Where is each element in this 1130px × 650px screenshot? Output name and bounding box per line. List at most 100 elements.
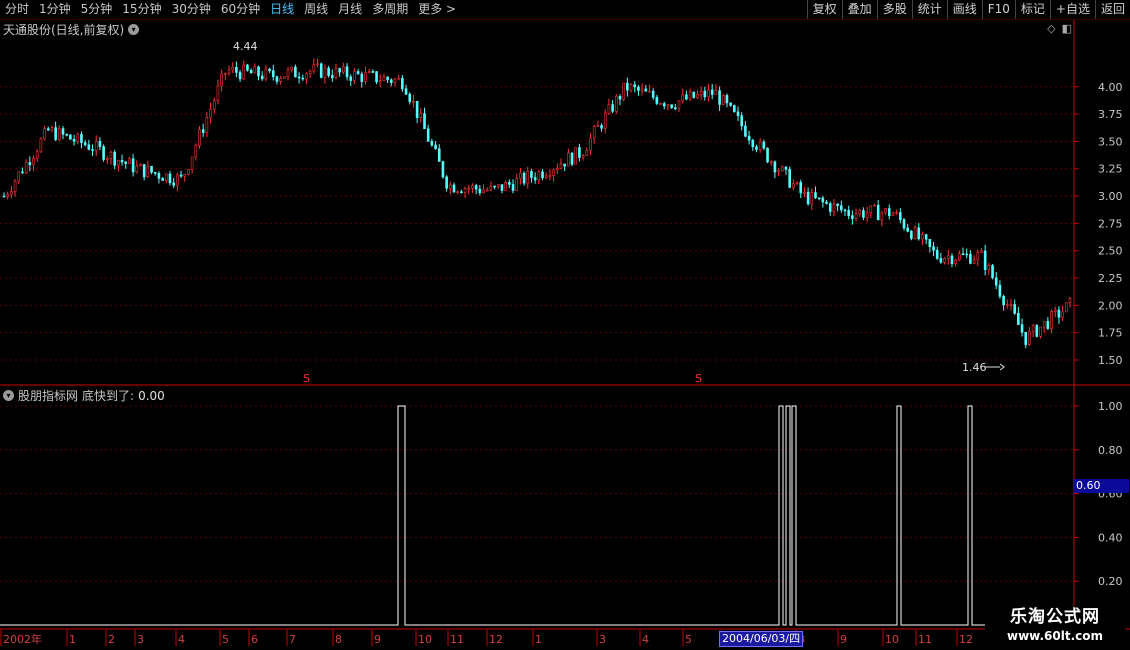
candle-down xyxy=(426,128,430,142)
candle-down xyxy=(618,95,622,100)
indicator-title: ▾ 股朋指标网 底快到了: 0.00 xyxy=(3,387,165,404)
date-label: 6 xyxy=(251,633,258,646)
tool-button-3[interactable]: 统计 xyxy=(911,0,947,19)
candle-down xyxy=(257,66,260,77)
candle-up xyxy=(76,134,80,142)
price-grid xyxy=(0,86,1074,361)
candle-down xyxy=(924,234,928,240)
date-label: 12 xyxy=(959,633,973,646)
tab-1[interactable]: 1分钟 xyxy=(34,0,76,19)
candle-down xyxy=(788,169,791,188)
candle-up xyxy=(264,68,268,80)
tool-button-5[interactable]: F10 xyxy=(981,0,1015,19)
candle-down xyxy=(349,76,353,81)
candle-up xyxy=(286,69,290,78)
candle-up xyxy=(164,173,168,181)
diamond-icon[interactable]: ◇ xyxy=(1047,22,1055,35)
top-toolbar: 分时 1分钟 5分钟 15分钟 30分钟 60分钟 日线 周线 月线 多周期 更多 > 复权 叠加 多股… xyxy=(0,0,1130,20)
candle-up xyxy=(622,82,625,100)
chevron-down-icon[interactable]: ▾ xyxy=(3,390,14,401)
tab-4[interactable]: 30分钟 xyxy=(167,0,216,19)
candle-up xyxy=(548,175,552,177)
candle-down xyxy=(131,158,135,173)
candle-up xyxy=(105,158,109,160)
tab-2[interactable]: 5分钟 xyxy=(76,0,118,19)
candle-down xyxy=(674,107,677,110)
candle-up xyxy=(305,73,308,80)
candle-down xyxy=(935,249,939,259)
tab-8[interactable]: 月线 xyxy=(333,0,367,19)
candle-up xyxy=(921,234,924,240)
candle-up xyxy=(342,66,345,73)
date-label: 4 xyxy=(178,633,185,646)
candle-up xyxy=(35,151,39,159)
candle-up xyxy=(574,147,578,165)
candle-up xyxy=(615,95,618,112)
tab-7[interactable]: 周线 xyxy=(299,0,333,19)
candle-down xyxy=(408,93,412,102)
candle-down xyxy=(345,66,349,78)
candle-up xyxy=(1028,330,1031,345)
candle-down xyxy=(655,97,659,104)
candle-up xyxy=(397,77,400,80)
date-label: 2 xyxy=(108,633,115,646)
candle-up xyxy=(190,156,194,170)
tool-button-7[interactable]: +自选 xyxy=(1049,0,1095,19)
candle-up xyxy=(854,213,858,219)
candle-down xyxy=(460,191,463,194)
candle-up xyxy=(364,72,367,82)
candle-up xyxy=(581,155,585,158)
tool-button-1[interactable]: 叠加 xyxy=(841,0,877,19)
candle-up xyxy=(607,104,611,114)
tab-0[interactable]: 分时 xyxy=(0,0,34,19)
candle-down xyxy=(751,139,755,148)
tool-button-0[interactable]: 复权 xyxy=(806,0,842,19)
candle-down xyxy=(851,215,854,219)
tab-10[interactable]: 更多 > xyxy=(413,0,461,19)
tab-9[interactable]: 多周期 xyxy=(367,0,413,19)
candle-down xyxy=(168,173,172,184)
candle-down xyxy=(153,172,157,174)
candle-up xyxy=(552,169,555,176)
candle-down xyxy=(611,104,614,112)
candle-down xyxy=(445,176,448,189)
split-marker: S xyxy=(695,372,702,385)
candle-up xyxy=(39,138,43,153)
tab-6[interactable]: 日线 xyxy=(265,0,299,19)
candle-up xyxy=(544,175,548,179)
candle-up xyxy=(242,64,246,80)
tool-button-8[interactable]: 返回 xyxy=(1094,0,1130,19)
candle-down xyxy=(113,151,116,166)
candle-up xyxy=(50,127,54,131)
candle-up xyxy=(559,163,563,169)
toggle-panel-icon[interactable]: ◧ xyxy=(1062,22,1072,35)
candle-down xyxy=(991,265,994,279)
candle-up xyxy=(279,78,282,82)
candle-up xyxy=(13,180,17,192)
candlestick-series[interactable] xyxy=(2,58,1072,349)
tool-button-6[interactable]: 标记 xyxy=(1014,0,1050,19)
stock-title: 天通股份(日线,前复权) ▾ xyxy=(3,21,140,38)
tab-3[interactable]: 15分钟 xyxy=(117,0,166,19)
candle-up xyxy=(176,174,179,186)
candle-up xyxy=(555,167,559,171)
candle-down xyxy=(994,277,998,286)
candle-up xyxy=(290,66,294,71)
candle-up xyxy=(792,183,795,188)
candle-down xyxy=(969,253,972,264)
candle-up xyxy=(803,192,806,194)
tool-button-2[interactable]: 多股 xyxy=(876,0,912,19)
signal-series[interactable] xyxy=(0,405,1073,626)
candle-down xyxy=(500,184,504,191)
candle-down xyxy=(327,67,330,76)
candle-up xyxy=(224,72,227,75)
candle-down xyxy=(847,210,850,216)
tool-button-4[interactable]: 画线 xyxy=(946,0,982,19)
tab-5[interactable]: 60分钟 xyxy=(216,0,265,19)
candle-down xyxy=(736,111,740,116)
candle-up xyxy=(10,191,13,195)
candle-down xyxy=(28,162,32,166)
candle-down xyxy=(275,76,279,82)
chevron-down-icon[interactable]: ▾ xyxy=(128,24,140,35)
candle-down xyxy=(91,149,94,151)
